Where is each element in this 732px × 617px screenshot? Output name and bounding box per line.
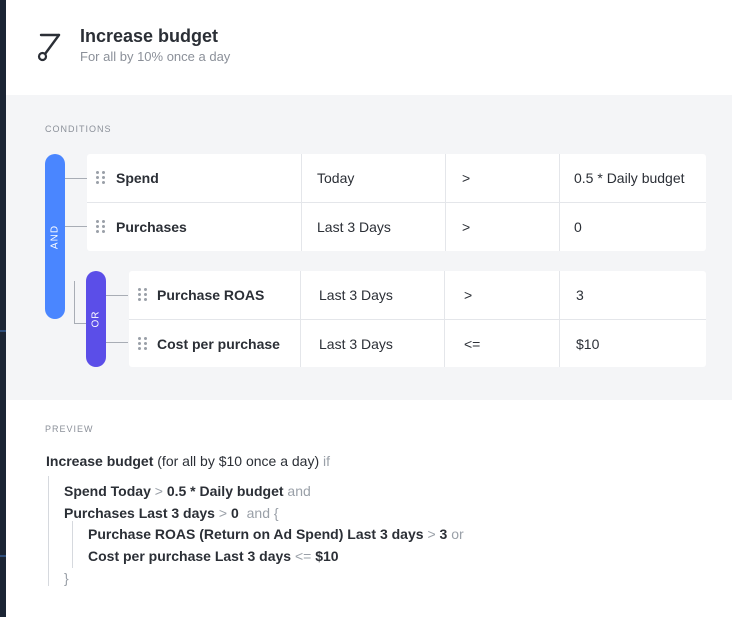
conditions-label: CONDITIONS	[45, 124, 112, 134]
diagonal-line-icon	[37, 33, 61, 62]
rule-title: Increase budget	[80, 26, 219, 46]
condition-row[interactable]: Purchases Last 3 Days > 0	[87, 202, 706, 251]
condition-row[interactable]: Purchase ROAS Last 3 Days > 3	[129, 271, 706, 319]
rule-subtitle: For all by 10% once a day	[80, 49, 231, 64]
connector-line	[65, 226, 87, 227]
connector-line	[74, 323, 86, 324]
metric-select[interactable]: Purchases	[116, 203, 187, 251]
preview-indent-guide	[48, 476, 49, 586]
and-conditions-group: Spend Today > 0.5 * Daily budget Purchas…	[87, 154, 706, 251]
preview-line: Cost per purchase Last 3 days <= $10	[88, 548, 339, 564]
drag-handle-icon[interactable]	[96, 220, 106, 234]
rule-panel: Increase budget For all by 10% once a da…	[6, 0, 732, 617]
or-label: OR	[90, 310, 102, 328]
preview-intro: Increase budget (for all by $10 once a d…	[46, 453, 330, 469]
rule-header: Increase budget For all by 10% once a da…	[6, 0, 732, 95]
and-label: AND	[49, 224, 61, 249]
or-conditions-group: Purchase ROAS Last 3 Days > 3 Cost per p…	[129, 271, 706, 367]
connector-line	[106, 342, 128, 343]
drag-handle-icon[interactable]	[96, 171, 106, 185]
connector-line	[74, 281, 75, 323]
period-select[interactable]: Last 3 Days	[319, 320, 393, 368]
value-input[interactable]: $10	[576, 320, 599, 368]
and-group-toggle[interactable]: AND	[45, 154, 65, 319]
preview-rule-name: Increase budget	[46, 453, 154, 469]
value-input[interactable]: 0.5 * Daily budget	[574, 154, 685, 202]
metric-select[interactable]: Purchase ROAS	[157, 271, 264, 319]
preview-indent-guide	[72, 521, 73, 568]
period-select[interactable]: Today	[317, 154, 354, 202]
drag-handle-icon[interactable]	[138, 337, 148, 351]
conditions-section: CONDITIONS AND Spend Today > 0.5 * Daily…	[6, 95, 732, 400]
period-select[interactable]: Last 3 Days	[317, 203, 391, 251]
value-input[interactable]: 3	[576, 271, 584, 319]
condition-row[interactable]: Cost per purchase Last 3 Days <= $10	[129, 319, 706, 367]
operator-select[interactable]: >	[464, 271, 472, 319]
connector-line	[106, 295, 128, 296]
value-input[interactable]: 0	[574, 203, 582, 251]
metric-select[interactable]: Spend	[116, 154, 159, 202]
preview-rule-desc: (for all by $10 once a day)	[157, 453, 320, 469]
preview-line: Purchase ROAS (Return on Ad Spend) Last …	[88, 526, 464, 542]
preview-close-brace: }	[64, 570, 69, 586]
operator-select[interactable]: >	[462, 203, 470, 251]
drag-handle-icon[interactable]	[138, 288, 148, 302]
preview-if: if	[323, 453, 331, 469]
operator-select[interactable]: >	[462, 154, 470, 202]
preview-line: Purchases Last 3 days > 0 and {	[64, 505, 279, 521]
operator-select[interactable]: <=	[464, 320, 480, 368]
metric-select[interactable]: Cost per purchase	[157, 320, 280, 368]
preview-label: PREVIEW	[45, 424, 94, 434]
connector-line	[65, 178, 87, 179]
preview-section: PREVIEW Increase budget (for all by $10 …	[6, 400, 732, 617]
preview-line: Spend Today > 0.5 * Daily budget and	[64, 483, 311, 499]
or-group-toggle[interactable]: OR	[86, 271, 106, 367]
condition-row[interactable]: Spend Today > 0.5 * Daily budget	[87, 154, 706, 202]
period-select[interactable]: Last 3 Days	[319, 271, 393, 319]
